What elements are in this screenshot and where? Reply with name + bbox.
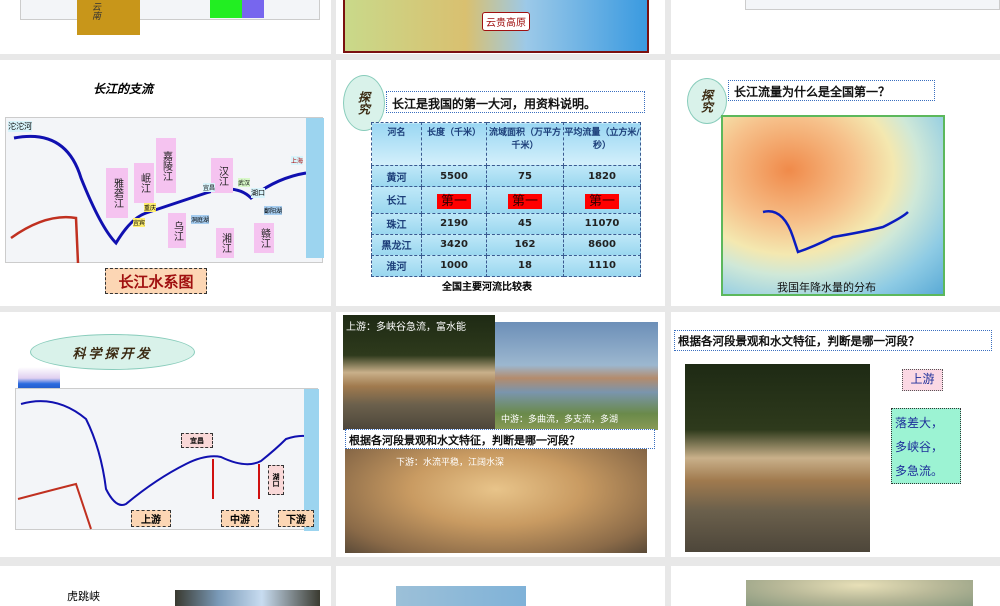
map-label: 湖口 xyxy=(251,188,265,198)
table-row: 黑龙江 3420 162 8600 xyxy=(371,233,641,256)
slide-thumbnail-11[interactable] xyxy=(336,566,665,606)
slide-title: 虎跳峡 xyxy=(67,590,100,603)
precipitation-map: 我国年降水量的分布 xyxy=(721,115,945,296)
first-highlight: 第一 xyxy=(507,194,542,210)
table-cell: 长江 xyxy=(371,186,422,214)
question-box: 根据各河段景观和水文特征，判断是哪一河段？ xyxy=(345,429,655,449)
map-label: 重庆 xyxy=(144,203,157,212)
table-row: 黄河 5500 75 1820 xyxy=(371,164,641,188)
map-label: 赣江 xyxy=(254,223,274,253)
map-label: 沱沱河 xyxy=(8,121,32,132)
map-label: 宜昌 xyxy=(203,183,216,192)
map-label: 岷江 xyxy=(134,163,154,203)
map-label: 雅砻江 xyxy=(106,168,128,218)
table-header: 长度（千米） xyxy=(421,122,487,166)
landscape-photo xyxy=(746,580,973,606)
table-cell: 3420 xyxy=(421,233,487,256)
label-hukou: 湖口 xyxy=(268,465,284,495)
gorge-photo xyxy=(175,590,320,606)
table-cell: 黄河 xyxy=(371,164,422,188)
slide-thumbnail-2[interactable]: 云贵高原 xyxy=(336,0,665,54)
table-cell: 淮河 xyxy=(371,254,422,278)
table-cell: 第一 xyxy=(421,186,487,214)
feature: 多急流。 xyxy=(895,464,944,478)
feature: 多峡谷， xyxy=(895,440,944,454)
table-cell: 第一 xyxy=(563,186,641,214)
map-label: 上海 xyxy=(291,156,304,165)
slide-thumbnail-3[interactable] xyxy=(671,0,1000,54)
map-label: 鄱阳湖 xyxy=(264,206,283,215)
table-cell: 珠江 xyxy=(371,212,422,235)
slide-thumbnail-7[interactable]: 科学探开发 宜昌 湖口 上游 中游 下游 xyxy=(0,312,331,557)
table-cell: 18 xyxy=(486,254,564,278)
question-box: 长江流量为什么是全国第一？ xyxy=(728,80,935,101)
map-label: 嘉陵江 xyxy=(156,138,176,193)
province-green xyxy=(210,0,242,18)
slide-thumbnail-6[interactable]: 探究 长江流量为什么是全国第一？ 我国年降水量的分布 xyxy=(671,60,1000,306)
table-row: 长江 第一 第一 第一 xyxy=(371,186,641,214)
first-highlight: 第一 xyxy=(584,194,619,210)
landscape-photo xyxy=(396,586,526,606)
feature: 落差大， xyxy=(895,416,944,430)
map-label: 宜宾 xyxy=(133,218,146,227)
label-upper: 上游 xyxy=(131,510,171,527)
table-cell: 1110 xyxy=(563,254,641,278)
table-cell: 黑龙江 xyxy=(371,233,422,256)
slide-thumbnail-1[interactable]: 云南 xyxy=(0,0,331,54)
slide-thumbnail-5[interactable]: 探究 长江是我国的第一大河，用资料说明。 河名 长度（千米） 流域面积（万平方千… xyxy=(336,60,665,306)
table-cell: 45 xyxy=(486,212,564,235)
rapids-photo xyxy=(685,364,870,552)
table-caption: 全国主要河流比较表 xyxy=(442,282,532,293)
table-cell: 2190 xyxy=(421,212,487,235)
table-header: 河名 xyxy=(371,122,422,166)
map-caption: 长江水系图 xyxy=(105,268,207,294)
yangtze-segments-map: 宜昌 湖口 上游 中游 下游 xyxy=(15,388,319,531)
slide-thumbnail-8[interactable]: 上游：多峡谷急流，富水能 中游：多曲流，多支流，多湖 下游：水流平稳，江阔水深 … xyxy=(336,312,665,557)
map-label: 武汉 xyxy=(238,178,251,187)
yangtze-system-map: 沱沱河 雅砻江 岷江 嘉陵江 乌江 汉江 湘江 赣江 重庆 宜宾 宜昌 武汉 湖… xyxy=(5,117,324,264)
features-box: 落差大， 多峡谷， 多急流。 xyxy=(891,408,961,484)
map-label: 湘江 xyxy=(216,228,234,258)
table-cell: 1000 xyxy=(421,254,487,278)
map-label-yungui: 云贵高原 xyxy=(482,12,530,31)
table-cell: 8600 xyxy=(563,233,641,256)
answer-upper[interactable]: 上游 xyxy=(902,369,943,391)
map-label: 洞庭湖 xyxy=(191,215,210,224)
yangtze-line xyxy=(762,210,909,254)
lower-reach-text: 下游：水流平稳，江阔水深 xyxy=(396,458,505,468)
map-caption: 我国年降水量的分布 xyxy=(777,281,876,294)
slide-thumbnail-12[interactable] xyxy=(671,566,1000,606)
table-cell: 11070 xyxy=(563,212,641,235)
river-comparison-table: 河名 长度（千米） 流域面积（万平方千米） 平均流量（立方米/秒） 黄河 5500… xyxy=(371,122,641,278)
slide-title: 长江的支流 xyxy=(93,82,154,96)
table-header: 流域面积（万平方千米） xyxy=(486,122,564,166)
province-purple xyxy=(242,0,264,18)
question-box: 长江是我国的第一大河，用资料说明。 xyxy=(386,91,645,113)
province-label: 云南 xyxy=(90,2,100,20)
table-cell: 162 xyxy=(486,233,564,256)
table-row: 珠江 2190 45 11070 xyxy=(371,212,641,235)
label-middle: 中游 xyxy=(221,510,259,527)
table-cell: 5500 xyxy=(421,164,487,188)
middle-reach-text: 中游：多曲流，多支流，多湖 xyxy=(501,415,619,425)
province-map xyxy=(20,0,320,20)
question-box: 根据各河段景观和水文特征，判断是哪一河段？ xyxy=(674,330,992,351)
label-lower: 下游 xyxy=(278,510,314,527)
table-cell: 第一 xyxy=(486,186,564,214)
table-row: 淮河 1000 18 1110 xyxy=(371,254,641,278)
slide-thumbnail-9[interactable]: 根据各河段景观和水文特征，判断是哪一河段？ 上游 落差大， 多峡谷， 多急流。 xyxy=(671,312,1000,557)
first-highlight: 第一 xyxy=(436,194,471,210)
table-header: 平均流量（立方米/秒） xyxy=(563,122,641,166)
map-label: 乌江 xyxy=(168,213,186,248)
province-yunnan xyxy=(77,0,140,35)
slide-thumbnail-10[interactable]: 虎跳峡 xyxy=(0,566,331,606)
banner-cloud: 科学探开发 xyxy=(30,334,195,370)
upper-reach-text: 上游：多峡谷急流，富水能 xyxy=(346,322,466,333)
label-yichang: 宜昌 xyxy=(181,433,213,448)
slide-thumbnail-4[interactable]: 长江的支流 沱沱河 雅砻江 岷江 嘉陵江 乌江 汉江 湘江 赣江 重庆 宜宾 宜… xyxy=(0,60,331,306)
table-cell: 1820 xyxy=(563,164,641,188)
map-fragment xyxy=(745,0,1000,10)
table-cell: 75 xyxy=(486,164,564,188)
